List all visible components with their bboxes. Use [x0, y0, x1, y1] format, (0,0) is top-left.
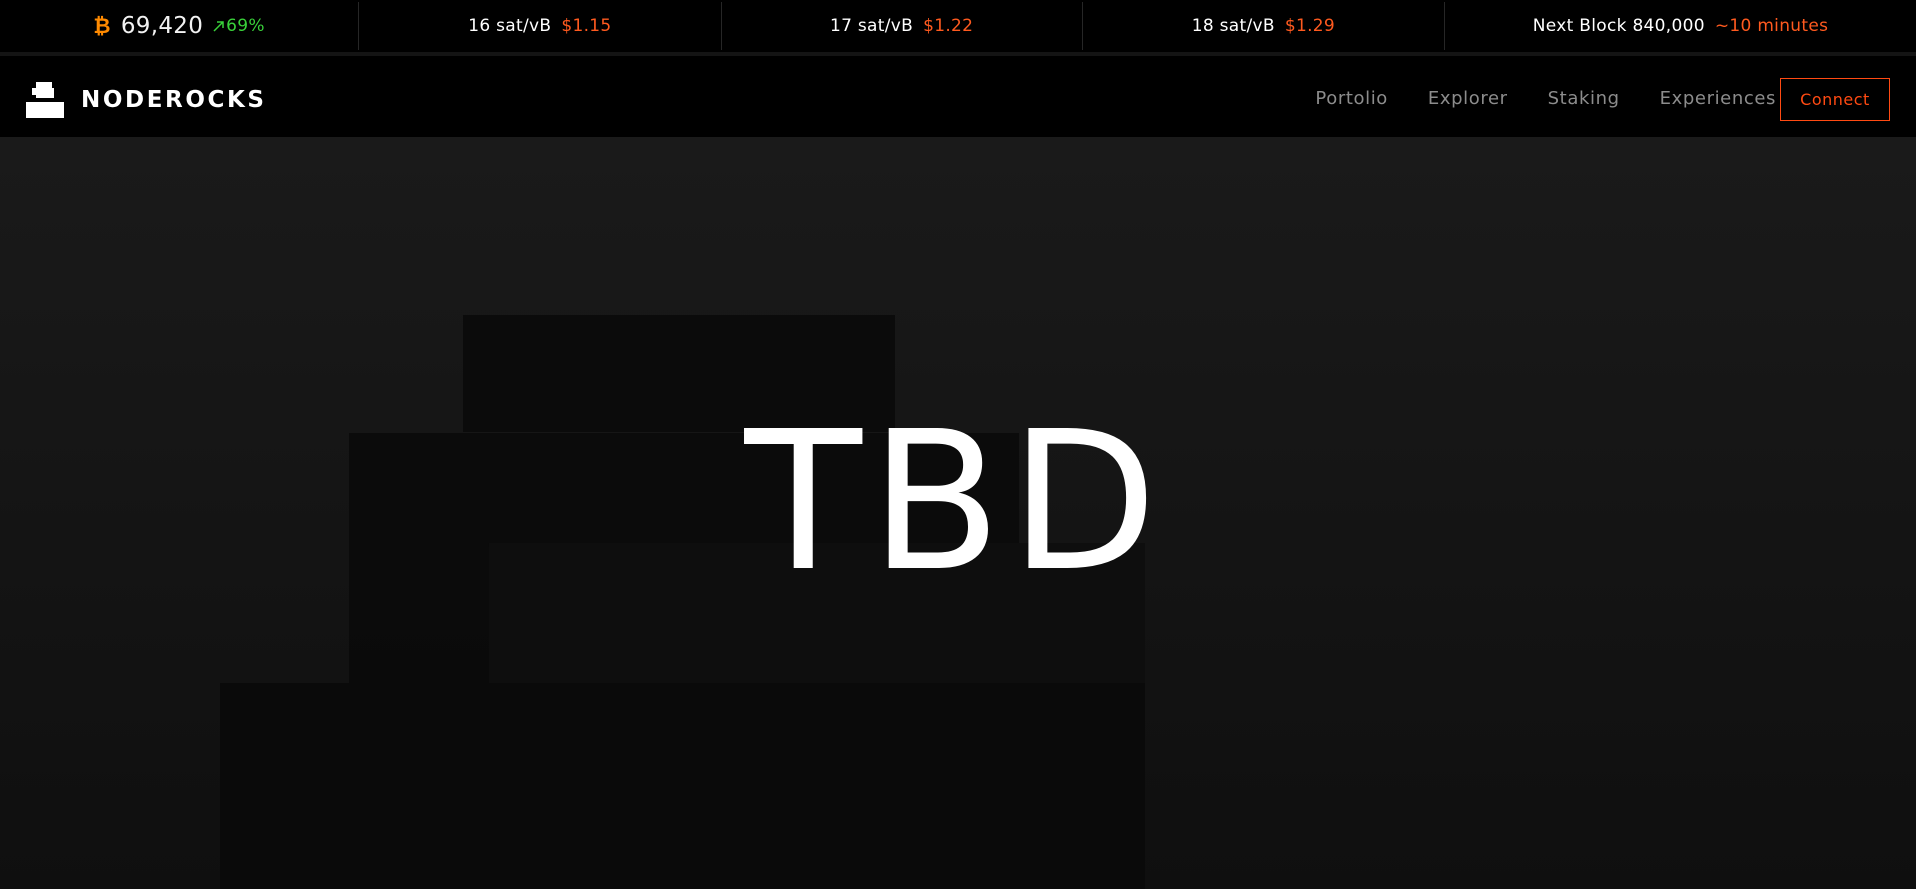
nav-link-portfolio[interactable]: Portolio	[1315, 88, 1388, 109]
bitcoin-icon: ₿	[93, 13, 111, 38]
btc-change-value: 69%	[226, 16, 265, 36]
fee-rate: 17 sat/vB	[829, 16, 914, 36]
btc-price-change: 69%	[213, 16, 265, 36]
next-block-label: Next Block 840,000	[1532, 16, 1705, 36]
nav-link-staking[interactable]: Staking	[1548, 88, 1620, 109]
hero-title: TBD	[744, 391, 1166, 614]
fee-rate: 16 sat/vB	[468, 16, 552, 36]
next-block-eta: ~10 minutes	[1714, 16, 1829, 36]
btc-price-cell: ₿ 69,420 69%	[0, 2, 358, 50]
fee-cell-medium: 17 sat/vB $1.22	[722, 2, 1082, 50]
next-block-cell: Next Block 840,000 ~10 minutes	[1445, 2, 1916, 50]
nav-link-explorer[interactable]: Explorer	[1428, 88, 1508, 109]
fee-usd: $1.15	[561, 16, 612, 36]
nav-links: Portolio Explorer Staking Experiences	[1315, 60, 1776, 137]
fee-usd: $1.29	[1284, 16, 1336, 36]
connect-button[interactable]: Connect	[1780, 78, 1890, 121]
hero-section: TBD	[0, 137, 1916, 889]
main-navbar: NODEROCKS Portolio Explorer Staking Expe…	[0, 60, 1916, 137]
btc-price-value: 69,420	[120, 13, 204, 39]
arrow-up-right-icon	[213, 20, 224, 32]
noderocks-logo-icon	[26, 82, 64, 118]
fee-usd: $1.22	[923, 16, 974, 36]
fee-cell-low: 16 sat/vB $1.15	[359, 2, 720, 50]
nav-link-experiences[interactable]: Experiences	[1660, 88, 1776, 109]
brand-name: NODEROCKS	[81, 87, 267, 113]
fee-cell-high: 18 sat/vB $1.29	[1083, 2, 1444, 50]
brand-home-link[interactable]: NODEROCKS	[26, 82, 267, 118]
price-ticker-bar: ₿ 69,420 69% 16 sat/vB $1.15 17 sat/vB $…	[0, 0, 1916, 56]
fee-rate: 18 sat/vB	[1191, 16, 1275, 36]
